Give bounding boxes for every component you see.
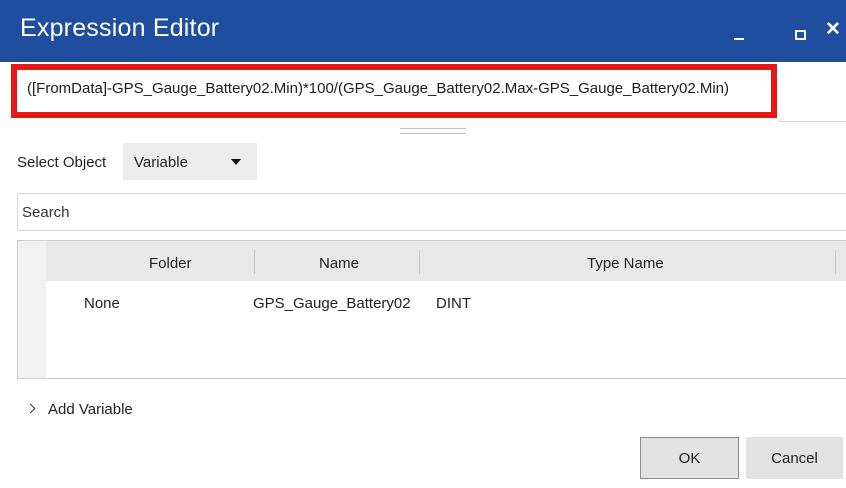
splitter-handle-line[interactable] bbox=[400, 133, 466, 134]
cell-name: GPS_Gauge_Battery02 bbox=[253, 295, 411, 312]
cell-folder: None bbox=[84, 295, 120, 312]
column-header-folder[interactable]: Folder bbox=[149, 255, 192, 272]
splitter-handle[interactable] bbox=[400, 128, 466, 129]
cell-type-name: DINT bbox=[436, 295, 471, 312]
table-row[interactable]: None GPS_Gauge_Battery02 DINT bbox=[46, 281, 846, 317]
expression-field-border bbox=[778, 121, 846, 122]
grid-row-selector-column bbox=[18, 241, 46, 378]
column-header-type-name[interactable]: Type Name bbox=[587, 255, 664, 272]
column-header-name[interactable]: Name bbox=[319, 255, 359, 272]
select-object-dropdown[interactable]: Variable bbox=[123, 143, 257, 180]
column-separator[interactable] bbox=[419, 250, 420, 274]
ok-button[interactable]: OK bbox=[640, 437, 739, 479]
chevron-right-icon bbox=[25, 403, 36, 414]
column-separator[interactable] bbox=[835, 250, 836, 274]
window-title: Expression Editor bbox=[20, 14, 220, 42]
cancel-button[interactable]: Cancel bbox=[746, 437, 843, 479]
dropdown-arrow-icon bbox=[231, 159, 241, 165]
grid-header: Folder Name Type Name bbox=[46, 241, 846, 281]
variables-grid: Folder Name Type Name None GPS_Gauge_Bat… bbox=[17, 240, 846, 379]
add-variable-label: Add Variable bbox=[48, 401, 133, 418]
select-object-label: Select Object bbox=[17, 154, 107, 171]
maximize-button[interactable] bbox=[791, 22, 811, 42]
select-object-value: Variable bbox=[134, 154, 188, 171]
expression-field[interactable]: ([FromData]-GPS_Gauge_Battery02.Min)*100… bbox=[11, 64, 777, 118]
column-separator[interactable] bbox=[254, 250, 255, 274]
close-button[interactable]: ✕ bbox=[825, 20, 845, 40]
minimize-button[interactable] bbox=[731, 22, 751, 42]
title-bar: Expression Editor ✕ bbox=[0, 0, 846, 62]
search-input[interactable] bbox=[17, 193, 846, 231]
expression-text: ([FromData]-GPS_Gauge_Battery02.Min)*100… bbox=[27, 80, 730, 97]
